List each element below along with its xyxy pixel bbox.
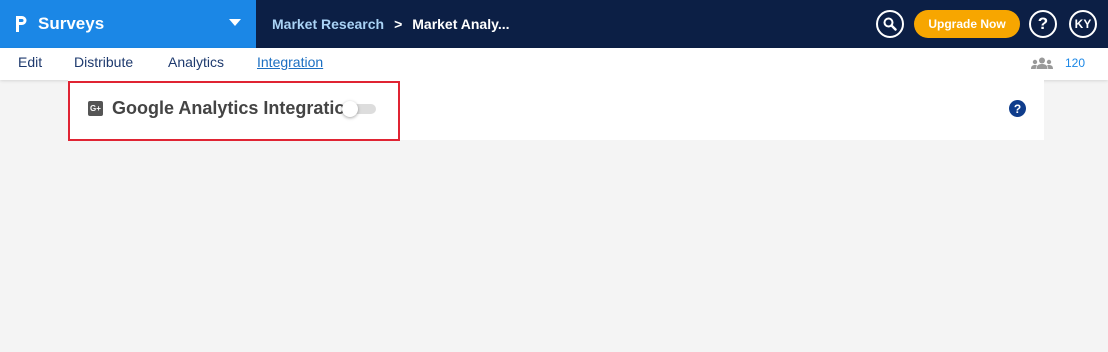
users-icon (1031, 57, 1053, 69)
highlight-box (68, 81, 400, 141)
survey-tabs: Edit Distribute Analytics Integration 12… (0, 48, 1108, 80)
upgrade-now-button[interactable]: Upgrade Now (914, 10, 1020, 38)
help-button[interactable]: ? (1029, 10, 1057, 38)
breadcrumb-parent[interactable]: Market Research (272, 16, 384, 32)
top-navigation-bar: Surveys Market Research > Market Analy..… (0, 0, 1108, 48)
response-count-value: 120 (1065, 56, 1086, 70)
app-name: Surveys (38, 14, 105, 33)
breadcrumb-separator: > (394, 16, 403, 32)
google-analytics-panel: G+ Google Analytics Integration ? (68, 80, 1044, 141)
avatar[interactable]: KY (1069, 10, 1097, 38)
app-switcher[interactable]: Surveys (0, 0, 256, 48)
tab-distribute[interactable]: Distribute (74, 54, 133, 70)
breadcrumb-current: Market Analy... (412, 16, 510, 32)
search-button[interactable] (876, 10, 904, 38)
search-icon (883, 17, 897, 31)
questionpro-logo-icon (14, 14, 28, 34)
question-circle-icon[interactable]: ? (1009, 100, 1026, 117)
tab-analytics[interactable]: Analytics (168, 54, 224, 70)
response-count[interactable]: 120 (1031, 56, 1085, 70)
chevron-down-icon[interactable] (229, 19, 241, 26)
breadcrumb: Market Research > Market Analy... (272, 0, 510, 48)
tab-integration[interactable]: Integration (257, 54, 323, 70)
tab-edit[interactable]: Edit (18, 54, 42, 70)
